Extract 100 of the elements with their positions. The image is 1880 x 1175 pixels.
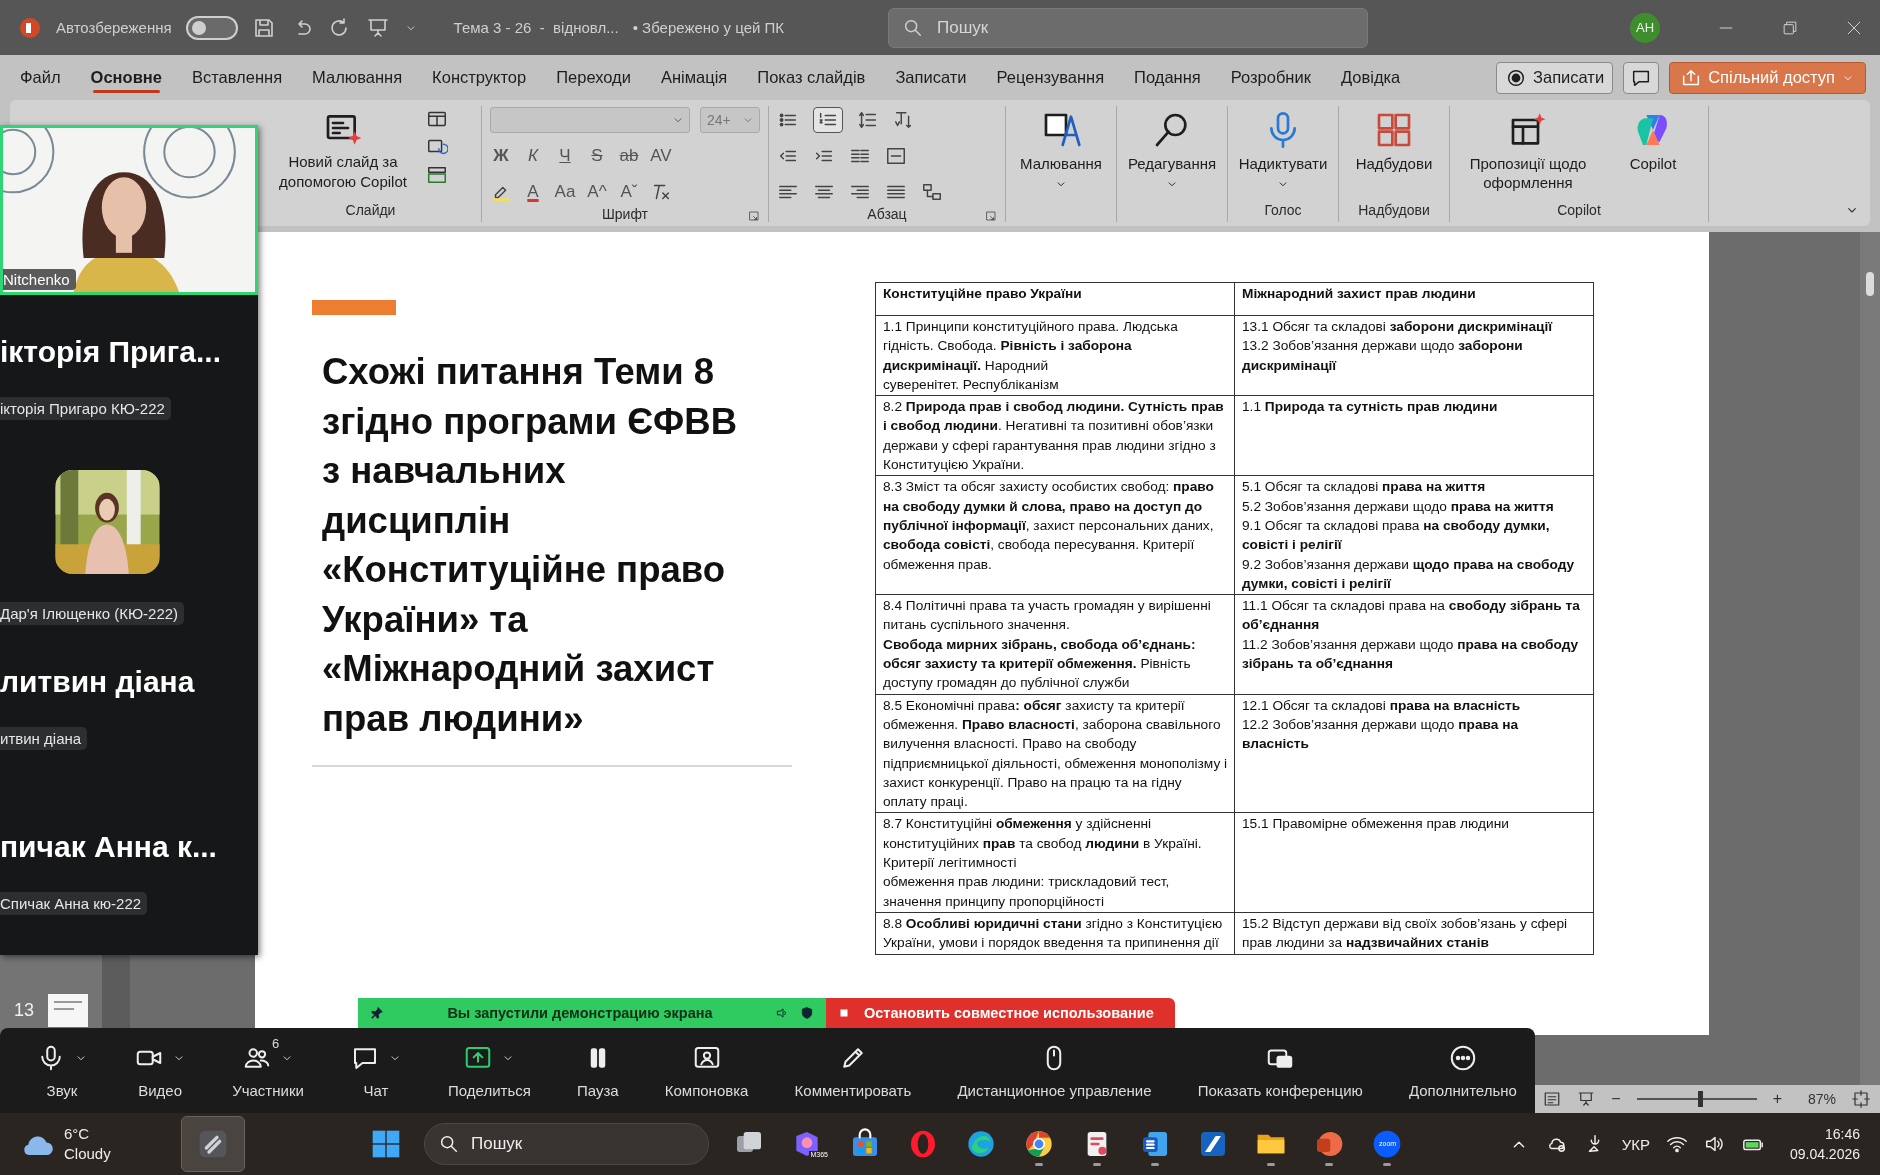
ribbon-button[interactable]: Пропозиції щодо оформлення — [1458, 106, 1598, 194]
shield-icon[interactable] — [800, 1006, 814, 1020]
toolbar-button[interactable]: Комментировать — [792, 1038, 914, 1103]
autosave-label: Автозбереження — [56, 19, 172, 36]
new-slide-button[interactable]: Новий слайд за допомогою Copilot — [268, 106, 418, 194]
slide-number: 13 — [14, 1000, 35, 1021]
font-name-field[interactable] — [490, 107, 690, 133]
align-text-icon[interactable] — [885, 145, 907, 167]
browser-icon[interactable] — [1023, 1128, 1055, 1160]
toolbar-button[interactable]: Пауза — [575, 1038, 621, 1103]
group-label: Слайди — [344, 202, 397, 220]
fit-icon[interactable] — [1852, 1090, 1870, 1108]
stop-sharing-button[interactable]: Остановить совместное использование — [826, 998, 1175, 1028]
table-cell: 15.1 Правомірне обмеження прав людини — [1234, 812, 1594, 913]
launcher-icon[interactable] — [748, 210, 760, 222]
toolbar-button[interactable]: 6 Участники — [230, 1038, 306, 1103]
search-icon — [438, 1133, 460, 1155]
toolbar-button[interactable]: Звук — [34, 1038, 90, 1103]
ribbon-tab[interactable]: Основне — [75, 62, 177, 93]
column-header: Міжнародний захист прав людини — [1234, 282, 1594, 316]
format-button[interactable]: Ж — [490, 146, 512, 166]
clock-time[interactable]: 16:46 — [1824, 1124, 1860, 1144]
autosave-toggle[interactable] — [185, 15, 238, 40]
toolbar-button[interactable]: Поделиться — [446, 1038, 533, 1103]
launcher-icon[interactable] — [985, 210, 997, 222]
zoom-out-button[interactable]: − — [1611, 1090, 1621, 1108]
format-button[interactable]: AV — [650, 146, 672, 166]
toolbar-button[interactable]: Дистанционное управление — [955, 1038, 1154, 1103]
comments-button[interactable] — [1623, 61, 1660, 94]
search-field[interactable]: Пошук — [424, 1123, 709, 1165]
participant-name: литвин діана — [0, 665, 195, 699]
stop-icon — [838, 1007, 850, 1019]
toolbar-button[interactable]: Дополнительно — [1406, 1038, 1519, 1103]
font-color-button[interactable]: A — [522, 182, 544, 202]
table-cell: 1.1 Природа та сутність прав людини — [1234, 395, 1594, 476]
grow-font-button[interactable]: A^ — [586, 182, 608, 202]
pinned-app[interactable] — [180, 1116, 245, 1172]
zoom-in-button[interactable]: + — [1772, 1090, 1782, 1108]
toolbar-button[interactable]: Компоновка — [662, 1038, 751, 1103]
change-case-button[interactable]: Aa — [554, 182, 576, 202]
app-logo-icon — [18, 15, 42, 40]
group-label: Шрифт — [601, 206, 649, 224]
section-icon[interactable] — [426, 164, 448, 186]
ribbon-tab[interactable]: Подання — [1119, 62, 1216, 93]
format-button[interactable]: S — [586, 146, 608, 166]
toolbar-button[interactable]: Чат — [347, 1038, 404, 1103]
smartart-icon[interactable] — [921, 181, 943, 203]
ribbon-button[interactable]: Copilot — [1606, 106, 1700, 175]
ribbon-tab[interactable]: Довідка — [1325, 62, 1416, 93]
ribbon-button[interactable]: Надбудови — [1347, 106, 1441, 175]
app-circle-icon[interactable] — [1371, 1128, 1403, 1160]
ribbon-tab[interactable]: Показ слайдів — [742, 62, 881, 93]
search-field[interactable]: Пошук — [888, 7, 1368, 48]
save-status: • Збережено у цей ПК — [632, 19, 785, 36]
ribbon-tab[interactable]: Вставлення — [176, 62, 298, 93]
ribbon-button[interactable]: Надиктувати — [1236, 106, 1330, 193]
table-cell: 15.2 Відступ держави від своїх зобов’язань у сфері прав людини за надзвичайних станів — [1234, 912, 1594, 954]
shrink-font-button[interactable]: Aˇ — [618, 182, 640, 202]
toolbar-button[interactable]: Видео — [132, 1038, 189, 1103]
table-cell: 8.5 Економічні права: обсяг захисту та критерії обмеження. Право власності, заборона свавільного вилучення власності. Право на свободу підприємницької діяльності, обмеження монополізму і захист конкуренції. Право на працю та на гідну оплату праці. — [875, 694, 1235, 813]
ribbon-tab[interactable]: Файл — [18, 62, 76, 93]
account-avatar[interactable]: AH — [1630, 12, 1660, 43]
ribbon-tab[interactable]: Конструктор — [417, 62, 542, 93]
notes-icon[interactable] — [1543, 1090, 1562, 1108]
ribbon-tab[interactable]: Анімація — [645, 62, 743, 93]
present-icon[interactable] — [1577, 1090, 1596, 1108]
language-indicator[interactable]: УКР — [1621, 1135, 1650, 1153]
ribbon-button[interactable]: Малювання — [1014, 106, 1108, 193]
slide-thumbnail[interactable] — [48, 994, 88, 1027]
format-button[interactable]: ab — [618, 146, 640, 166]
ribbon-tab[interactable]: Розробник — [1215, 62, 1326, 93]
start-icon[interactable] — [370, 1128, 402, 1160]
line-spacing-icon[interactable] — [857, 109, 879, 131]
format-button[interactable]: Ч — [554, 146, 576, 166]
document-title: Тема 3 - 26 - відновл... — [453, 19, 619, 36]
clock-date[interactable]: 09.04.2026 — [1789, 1144, 1860, 1164]
table-cell: 13.1 Обсяг та складові заборони дискримінації 13.2 Зобов’язання держави щодо заборони дискримінації — [1234, 315, 1594, 396]
format-button[interactable]: К — [522, 146, 544, 166]
slider-thumb[interactable] — [1698, 1091, 1704, 1107]
scrollbar[interactable] — [1860, 232, 1880, 1085]
participant-count: 6 — [272, 1036, 280, 1051]
browser-icon[interactable] — [965, 1128, 997, 1160]
ribbon-tab[interactable]: Рецензування — [981, 62, 1120, 93]
table-cell: 8.8 Особливі юридичні стани згідно з Конституцією України, умови і порядок введення та припинення дії — [875, 912, 1235, 954]
table-cell: 1.1 Принципи конституційного права. Людська гідність. Свобода. Рівність і заборона дискримінації. Народний суверенітет. Республіканізм — [875, 315, 1235, 396]
column-header: Конституційне право України — [875, 282, 1235, 316]
ribbon-button[interactable]: Редагування — [1125, 106, 1219, 193]
ribbon-tab[interactable]: Малювання — [297, 62, 418, 93]
sharing-message: Вы запустили демонстрацию экрана — [446, 1005, 714, 1021]
zoom-level[interactable]: 87% — [1807, 1091, 1836, 1107]
record-button[interactable]: Записати — [1496, 61, 1614, 94]
ribbon-tab[interactable]: Переходи — [541, 62, 646, 93]
toolbar-button[interactable]: Показать конференцию — [1195, 1038, 1365, 1103]
pin-icon[interactable] — [370, 1006, 384, 1020]
group-label: Copilot — [1556, 202, 1602, 220]
ribbon-tab[interactable]: Записати — [880, 62, 982, 93]
group-label: Абзац — [867, 206, 907, 224]
participant-name: Nitchenko — [3, 269, 76, 290]
table-cell: 8.2 Природа прав і свобод людини. Сутність прав і свобод людини. Негативні та позитивні обов’язки держави у сфері гарантування прав людини згідно з Конституцією України. — [875, 395, 1235, 476]
numbering-button[interactable] — [813, 107, 843, 133]
